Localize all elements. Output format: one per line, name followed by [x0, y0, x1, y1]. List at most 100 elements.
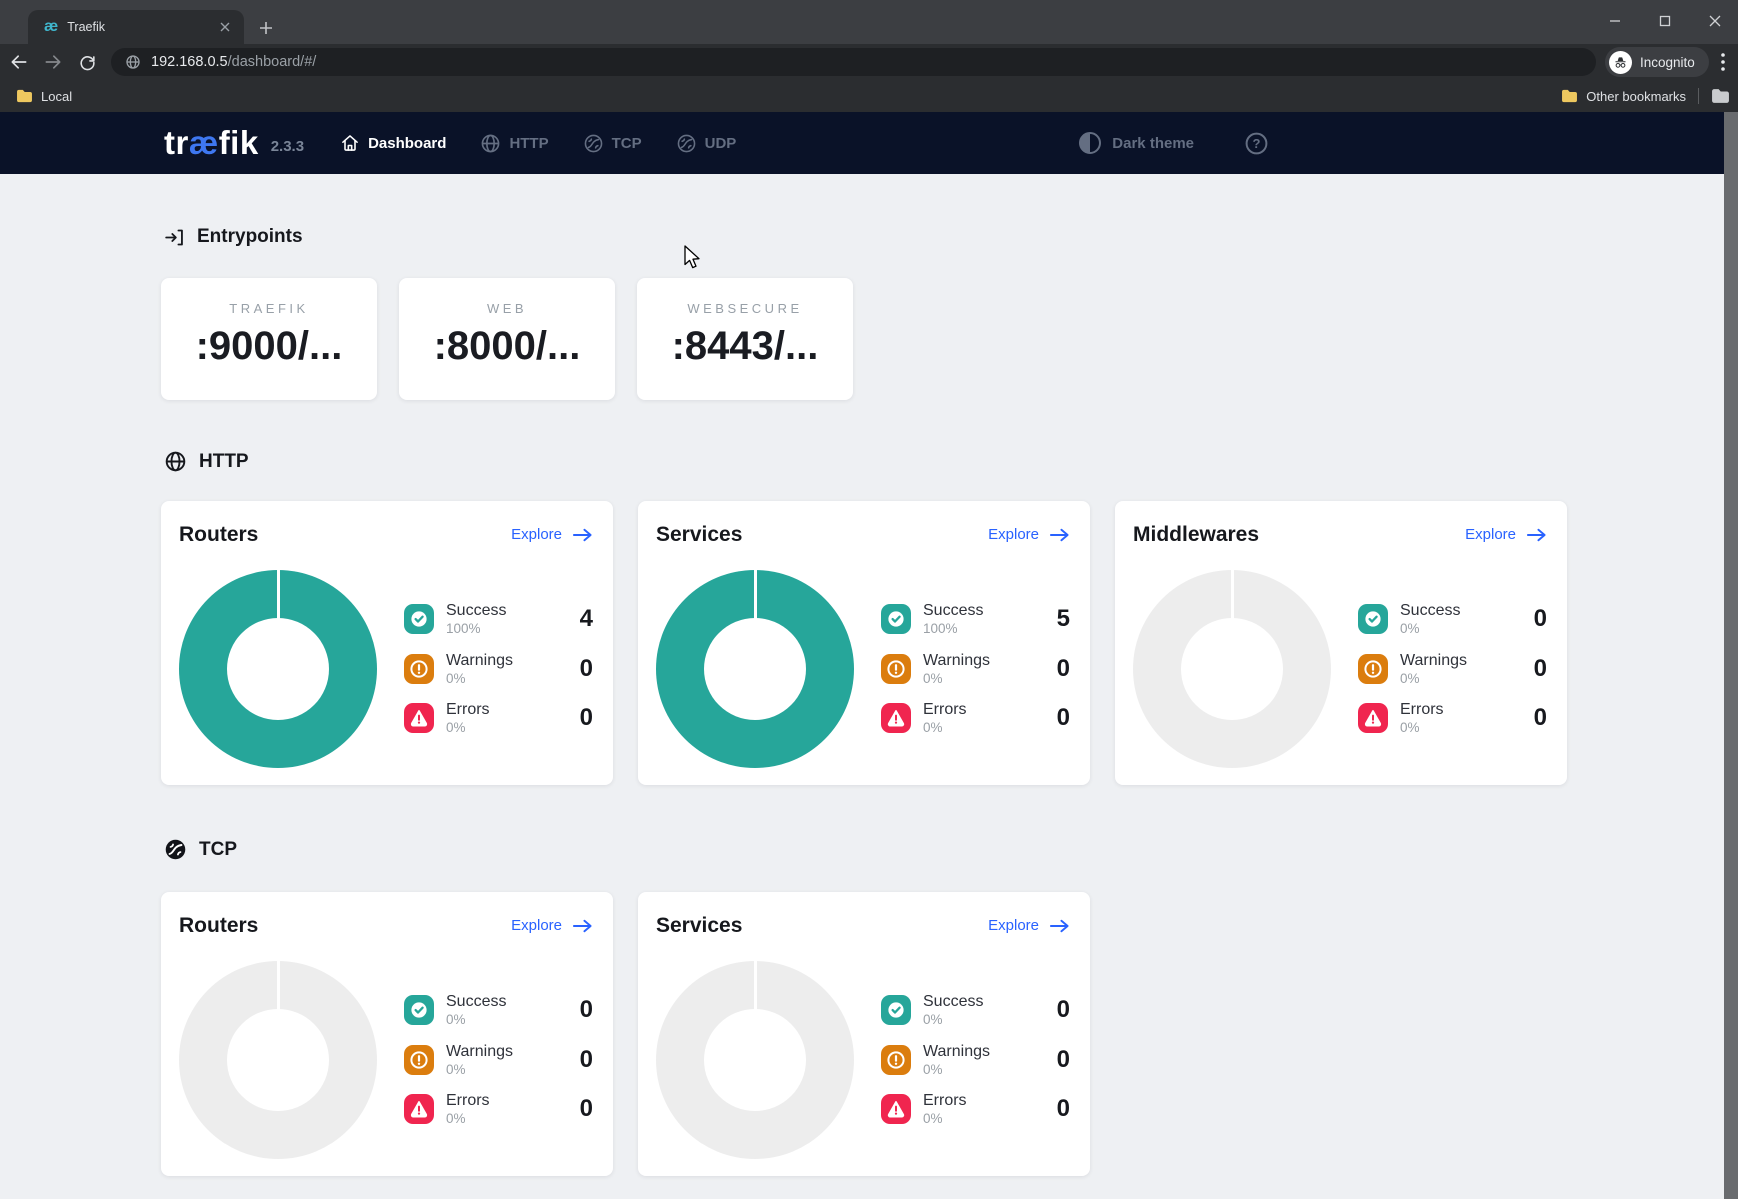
site-info-globe-icon[interactable] — [125, 54, 141, 70]
warning-icon — [881, 1045, 911, 1075]
logo-post: fik — [219, 124, 259, 161]
arrow-right-icon — [572, 918, 593, 934]
stat-label: Success — [923, 602, 983, 620]
stat-count: 0 — [580, 704, 593, 732]
nav-item-udp[interactable]: UDP — [676, 133, 737, 154]
explore-label: Explore — [1465, 526, 1516, 543]
stat-count: 0 — [1057, 655, 1070, 683]
traefik-favicon-icon: æ — [44, 18, 58, 36]
traefik-navbar: træfik 2.3.3 Dashboard HTTP TCP — [0, 112, 1724, 174]
bookmark-label: Local — [41, 89, 72, 104]
browser-toolbar: 192.168.0.5/dashboard/#/ Incognito — [0, 44, 1738, 80]
help-button[interactable]: ? — [1244, 131, 1269, 156]
url-bar[interactable]: 192.168.0.5/dashboard/#/ — [111, 48, 1596, 76]
nav-label: Dashboard — [368, 135, 446, 152]
stat-percent: 0% — [1400, 719, 1444, 736]
url-host: 192.168.0.5 — [151, 54, 228, 70]
stat-count: 5 — [1057, 605, 1070, 633]
explore-link[interactable]: Explore — [511, 526, 593, 543]
stat-label: Warnings — [923, 652, 990, 670]
tab-close-icon[interactable] — [216, 18, 234, 36]
section-title: Entrypoints — [197, 226, 303, 248]
bookmark-local[interactable]: Local — [16, 89, 72, 104]
logo-pre: tr — [164, 124, 189, 161]
nav-item-tcp[interactable]: TCP — [583, 133, 642, 154]
stat-label: Warnings — [923, 1043, 990, 1061]
stat-percent: 0% — [446, 719, 490, 736]
logo-ae: æ — [189, 124, 219, 161]
entrypoints-heading: Entrypoints — [164, 226, 303, 248]
stat-count: 0 — [1057, 1046, 1070, 1074]
section-title: TCP — [199, 839, 237, 861]
nav-item-dashboard[interactable]: Dashboard — [340, 133, 446, 153]
stat-count: 0 — [580, 655, 593, 683]
stat-count: 4 — [580, 605, 593, 633]
stat-errors: Errors0% 0 — [1358, 703, 1547, 743]
stat-percent: 0% — [923, 1061, 990, 1078]
window-minimize-button[interactable] — [1602, 8, 1628, 34]
success-icon — [1358, 604, 1388, 634]
card-title: Services — [656, 914, 742, 938]
reload-button[interactable] — [72, 47, 102, 77]
dark-theme-toggle[interactable]: Dark theme — [1078, 131, 1194, 155]
error-icon — [1358, 703, 1388, 733]
explore-link[interactable]: Explore — [1465, 526, 1547, 543]
entrypoint-port: :8443/... — [637, 324, 853, 369]
incognito-icon — [1609, 51, 1632, 74]
success-icon — [404, 604, 434, 634]
error-icon — [881, 703, 911, 733]
stat-count: 0 — [580, 996, 593, 1024]
scrollbar[interactable] — [1724, 112, 1738, 1199]
browser-frame: æ Traefik — [0, 0, 1738, 44]
browser-tab[interactable]: æ Traefik — [28, 10, 244, 44]
screen: æ Traefik — [0, 0, 1738, 1199]
explore-link[interactable]: Explore — [988, 526, 1070, 543]
stat-percent: 100% — [446, 620, 506, 637]
browser-menu-button[interactable] — [1712, 49, 1734, 75]
arrow-right-icon — [1526, 527, 1547, 543]
tcp-heading: TCP — [164, 838, 237, 861]
tcp-routers-card: Routers Explore Success0% 0 Warnings0% 0… — [161, 892, 613, 1176]
stat-count: 0 — [1057, 996, 1070, 1024]
explore-label: Explore — [511, 526, 562, 543]
explore-link[interactable]: Explore — [988, 917, 1070, 934]
entrypoint-label: WEB — [399, 301, 615, 316]
success-icon — [881, 995, 911, 1025]
globe-icon — [164, 450, 187, 473]
stat-percent: 0% — [923, 719, 967, 736]
donut-chart-http-services — [656, 570, 854, 768]
explore-link[interactable]: Explore — [511, 917, 593, 934]
url-path: /dashboard/#/ — [228, 54, 317, 70]
warning-icon — [404, 1045, 434, 1075]
hidden-bookmarks-folder-icon[interactable] — [1711, 88, 1730, 104]
other-bookmarks-button[interactable]: Other bookmarks — [1561, 89, 1686, 104]
stat-count: 0 — [580, 1046, 593, 1074]
entrypoint-card-traefik: TRAEFIK :9000/... — [161, 278, 377, 400]
warning-icon — [404, 654, 434, 684]
stat-warnings: Warnings0% 0 — [1358, 654, 1547, 694]
explore-label: Explore — [988, 526, 1039, 543]
back-button[interactable] — [4, 47, 34, 77]
stat-count: 0 — [1534, 605, 1547, 633]
stat-count: 0 — [1057, 1095, 1070, 1123]
warning-icon — [881, 654, 911, 684]
entrypoint-card-web: WEB :8000/... — [399, 278, 615, 400]
window-maximize-button[interactable] — [1652, 8, 1678, 34]
nav-label: TCP — [612, 135, 642, 152]
nav-item-http[interactable]: HTTP — [480, 133, 548, 154]
traefik-logo: træfik — [164, 124, 259, 162]
incognito-badge: Incognito — [1605, 47, 1709, 77]
donut-chart-tcp-routers — [179, 961, 377, 1159]
http-services-card: Services Explore Success100% 5 Warnings0… — [638, 501, 1090, 785]
window-close-button[interactable] — [1702, 8, 1728, 34]
stat-label: Success — [923, 993, 983, 1011]
incognito-label: Incognito — [1640, 55, 1695, 70]
entrypoint-port: :8000/... — [399, 324, 615, 369]
forward-button[interactable] — [38, 47, 68, 77]
stat-label: Errors — [446, 1092, 490, 1110]
new-tab-button[interactable] — [254, 16, 278, 40]
stat-errors: Errors0% 0 — [881, 703, 1070, 743]
stat-percent: 100% — [923, 620, 983, 637]
stat-percent: 0% — [1400, 620, 1460, 637]
stat-count: 0 — [580, 1095, 593, 1123]
